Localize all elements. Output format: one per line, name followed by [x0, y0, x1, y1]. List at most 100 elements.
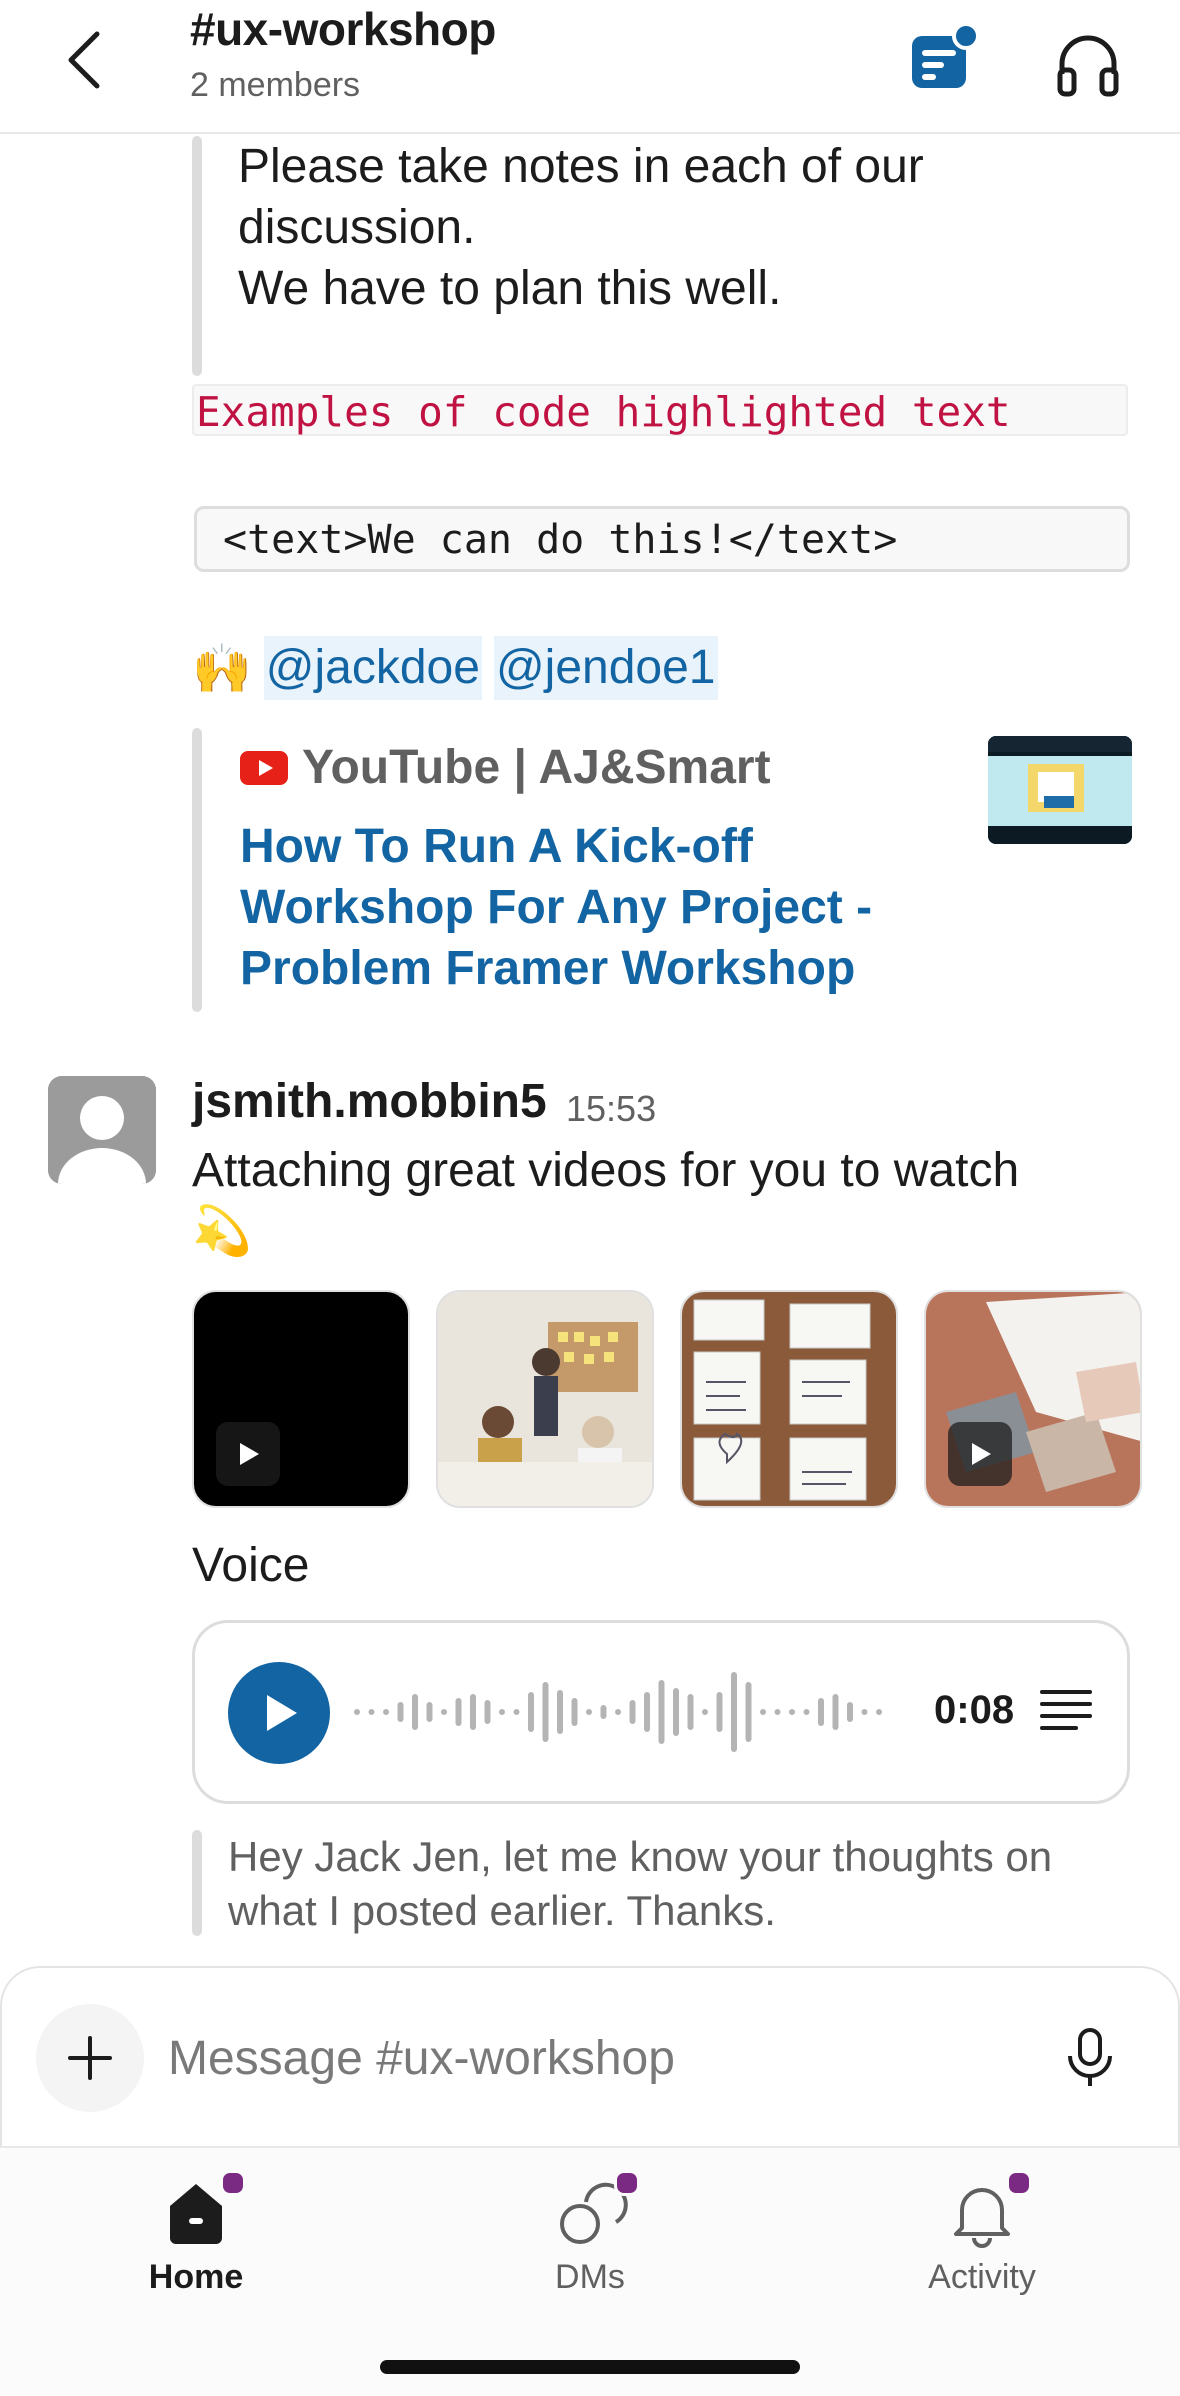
tab-dms-label: DMs: [555, 2258, 625, 2296]
waveform-bar: [484, 1700, 491, 1724]
message-text: Attaching great videos for you to watch …: [192, 1140, 1092, 1262]
waveform-bar: [673, 1688, 679, 1736]
inline-code: Examples of code highlighted text: [192, 384, 1128, 436]
waveform-bar: [383, 1709, 389, 1715]
waveform-scrubber[interactable]: [350, 1664, 890, 1760]
image-attachment-meeting[interactable]: [436, 1290, 654, 1508]
waveform-bar: [600, 1705, 607, 1719]
avatar[interactable]: [48, 1076, 156, 1184]
video-attachment-swatches[interactable]: [924, 1290, 1142, 1508]
waveform-bar: [702, 1709, 708, 1715]
waveform-bar: [571, 1698, 578, 1726]
attach-button[interactable]: [36, 2004, 144, 2112]
play-icon: [216, 1422, 280, 1486]
back-button[interactable]: [50, 22, 120, 98]
unfurl-source: YouTube | AJ&Smart: [240, 740, 771, 795]
waveform-bar: [644, 1692, 650, 1732]
video-attachment-1[interactable]: [192, 1290, 410, 1508]
quote-line: We have to plan this well.: [238, 262, 782, 315]
message-body: Attaching great videos for you to watch: [192, 1144, 1020, 1197]
canvas-icon: [912, 22, 980, 88]
member-count[interactable]: 2 members: [190, 66, 360, 105]
waveform-bar: [876, 1709, 882, 1715]
activity-badge: [1006, 2170, 1032, 2196]
dizzy-emoji: 💫: [192, 1205, 252, 1258]
mention-jackdoe[interactable]: @jackdoe: [263, 636, 482, 700]
dms-icon: [550, 2170, 640, 2252]
quote-line: discussion.: [238, 201, 476, 254]
waveform-bar: [499, 1709, 505, 1715]
waveform-bar: [716, 1692, 723, 1732]
tab-home[interactable]: Home: [96, 2164, 296, 2304]
waveform-bar: [615, 1709, 621, 1715]
waveform-bar: [658, 1680, 665, 1744]
waveform-bar: [832, 1694, 839, 1730]
voice-duration: 0:08: [934, 1688, 1015, 1732]
unfurl-thumbnail[interactable]: [988, 736, 1132, 844]
waveform-bar: [354, 1709, 360, 1715]
transcript-icon: [1040, 1690, 1092, 1730]
waveform-bar: [687, 1694, 694, 1730]
chevron-left-icon: [68, 31, 100, 89]
tab-activity-label: Activity: [928, 2258, 1036, 2296]
reply-quote-text: Hey Jack Jen, let me know your thoughts …: [228, 1833, 1053, 1934]
channel-title[interactable]: #ux-workshop: [190, 2, 496, 56]
mention-line: 🙌 @jackdoe @jendoe1: [192, 636, 718, 700]
message-author[interactable]: jsmith.mobbin5: [192, 1074, 547, 1129]
microphone-icon: [1068, 2028, 1112, 2086]
waveform-bar: [412, 1694, 418, 1730]
bell-icon: [942, 2170, 1032, 2252]
waveform-bar: [455, 1698, 462, 1726]
waveform-bar: [803, 1709, 810, 1715]
voice-label: Voice: [192, 1539, 310, 1592]
tab-home-label: Home: [148, 2258, 244, 2296]
youtube-icon: [240, 750, 288, 785]
waveform-bar: [774, 1709, 781, 1715]
channel-header: [0, 0, 1180, 134]
waveform-bar: [513, 1709, 520, 1715]
image-attachment-board[interactable]: [680, 1290, 898, 1508]
waveform-bar: [745, 1682, 752, 1742]
quote-block: Please take notes in each of our discuss…: [238, 136, 924, 319]
microphone-button[interactable]: [1060, 2026, 1120, 2090]
meeting-photo-image: [438, 1292, 652, 1506]
code-block: <text>We can do this!</text>: [194, 506, 1130, 572]
reply-quote-bar: [192, 1830, 202, 1936]
waveform-bar: [441, 1709, 447, 1715]
transcript-button[interactable]: [1036, 1686, 1096, 1738]
waveform-bar: [368, 1709, 375, 1715]
waveform-bar: [528, 1692, 534, 1732]
huddle-button[interactable]: [1050, 26, 1126, 102]
raised-hands-emoji: 🙌: [192, 642, 252, 696]
tab-dms[interactable]: DMs: [490, 2164, 690, 2304]
waveform-bar: [861, 1709, 868, 1715]
waveform-bar: [818, 1698, 824, 1726]
unfurl-bar: [192, 728, 202, 1012]
default-avatar-icon: [48, 1076, 156, 1184]
unfurl-source-label: YouTube | AJ&Smart: [302, 741, 771, 794]
waveform-bar: [629, 1700, 636, 1724]
tab-activity[interactable]: Activity: [882, 2164, 1082, 2304]
waveform-bar: [557, 1690, 563, 1734]
waveform-bar: [789, 1709, 795, 1715]
waveform-bar: [397, 1702, 404, 1722]
home-indicator: [380, 2360, 800, 2374]
plus-icon: [68, 2036, 112, 2080]
waveform-bar: [586, 1709, 592, 1715]
message-timestamp: 15:53: [566, 1088, 657, 1129]
quote-bar: [192, 136, 202, 376]
play-icon: [267, 1695, 297, 1731]
voice-play-button[interactable]: [228, 1662, 330, 1764]
mention-jendoe1[interactable]: @jendoe1: [493, 636, 718, 700]
message-input[interactable]: [168, 2028, 1008, 2088]
waveform-bar: [470, 1694, 476, 1730]
canvas-button[interactable]: [906, 22, 990, 102]
home-badge: [220, 2170, 246, 2196]
quote-line: Please take notes in each of our: [238, 140, 924, 193]
waveform-bar: [847, 1702, 853, 1722]
play-icon: [948, 1422, 1012, 1486]
unfurl-title-link[interactable]: How To Run A Kick-off Workshop For Any P…: [240, 816, 940, 999]
video-thumbnail-image: [988, 736, 1132, 844]
waveform-bar: [542, 1682, 549, 1742]
waveform-bar: [731, 1672, 737, 1752]
